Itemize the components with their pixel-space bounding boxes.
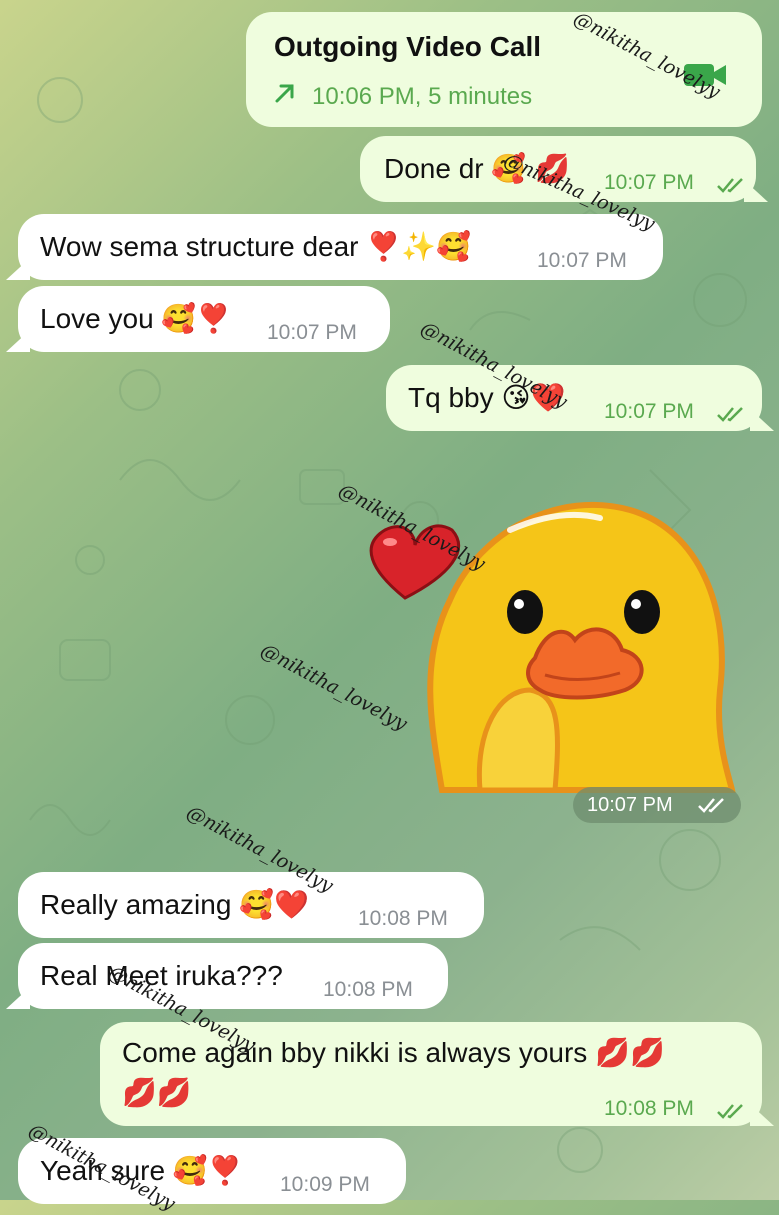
message-text: Done dr [384, 153, 484, 184]
message-text: Really amazing [40, 889, 232, 920]
message-time: 10:09 PM [280, 1173, 370, 1196]
message-text: Love you [40, 303, 154, 334]
message-out-come-again[interactable]: Come again bby nikki is always yours 💋💋 … [100, 1022, 762, 1126]
message-time: 10:07 PM [537, 249, 627, 272]
call-info: 10:06 PM, 5 minutes [312, 83, 533, 110]
call-title: Outgoing Video Call [274, 31, 542, 62]
arrow-up-right-icon [272, 80, 298, 114]
double-check-icon [716, 1094, 746, 1119]
message-text: Come again bby nikki is always yours [122, 1037, 588, 1068]
message-emojis-line2: 💋💋 [122, 1076, 192, 1109]
message-in-real-meet[interactable]: Real Meet iruka??? 10:08 PM [18, 943, 448, 1009]
message-in-really-amazing[interactable]: Really amazing 🥰❤️ 10:08 PM [18, 872, 484, 938]
message-in-wow-sema[interactable]: Wow sema structure dear ❣️✨🥰 10:07 PM [18, 214, 663, 280]
message-time: 10:08 PM [604, 1097, 694, 1120]
message-emojis: 🥰❣️ [172, 1154, 243, 1187]
message-time: 10:07 PM [604, 171, 694, 194]
message-time: 10:07 PM [267, 321, 357, 344]
double-check-icon [716, 397, 746, 422]
sticker-time-badge: 10:07 PM [573, 787, 741, 823]
message-in-love-you[interactable]: Love you 🥰❣️ 10:07 PM [18, 286, 390, 352]
double-check-icon [716, 168, 746, 193]
message-emojis: ❣️✨🥰 [366, 230, 471, 263]
message-out-tq-bby[interactable]: Tq bby 😘❤️ 10:07 PM [386, 365, 762, 431]
message-time: 10:07 PM [587, 794, 673, 816]
message-time: 10:08 PM [358, 907, 448, 930]
message-emojis: 🥰❤️ [239, 888, 309, 921]
message-emojis: 💋💋 [595, 1036, 665, 1069]
message-text: Wow sema structure dear [40, 231, 359, 262]
message-time: 10:07 PM [604, 400, 694, 423]
message-text: Tq bby [408, 382, 494, 413]
message-time: 10:08 PM [323, 978, 413, 1001]
double-check-icon [697, 796, 727, 814]
message-emojis: 🥰❣️ [161, 302, 232, 335]
